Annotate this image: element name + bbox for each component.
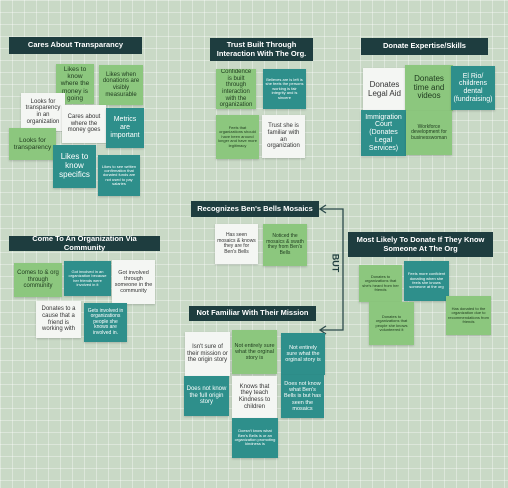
transparency-note-8: Likes to see written confirmation that d… [98,155,140,196]
likely-note-4: Has donated to the organization due to r… [446,296,491,335]
community-note-4: Donates to a cause that a friend is work… [36,301,81,338]
transparency-title: Cares About Transparancy [9,37,142,54]
expertise-note-4: Immigration Court (Donates Legal Service… [361,110,406,156]
mission-note-7: Doesn't know what Ben's Bells is or an o… [232,418,278,458]
mosaics-title: Recognizes Ben's Bells Mosaics [191,201,319,217]
transparency-note-7: Likes to know specifics [53,145,96,188]
likely-title: Most Likely To Donate If They Know Someo… [348,232,493,257]
trust-note-2: Believes are is left is she feels the pe… [263,69,306,109]
transparency-note-6: Looks for transparency [9,128,56,160]
expertise-note-3: El Rio/ childrens dental (fundraising) [451,66,495,110]
transparency-note-2: Likes when donations are visibly measura… [99,65,143,105]
likely-note-1: Donates to organizations that she's hear… [359,265,402,302]
likely-note-3: Donates to organizations that people she… [369,302,414,345]
transparency-note-4: Cares about where the money goes [62,105,106,143]
mission-note-5: Knows that they teach Kindness to childr… [232,376,277,418]
trust-note-4: Trust she is familiar with an organizati… [262,115,305,158]
transparency-note-5: Metrics are important [106,108,144,148]
community-note-2: Got involved in an organization because … [64,261,111,296]
mission-note-1: Isn't sure of their mission or the origi… [185,332,230,376]
mission-note-3: Not entirely sure what the orginal story… [281,333,325,375]
mission-note-4: Does not know the full origin story [184,376,229,416]
trust-note-1: Confidence is built through interaction … [216,69,256,109]
mission-note-2: Not entirely sure what the orginal story… [232,330,277,374]
trust-title: Trust Built Through Interaction With The… [210,38,313,61]
mission-note-6: Does not know what Ben's Bells is but ha… [281,375,324,418]
transparency-note-3: Looks for transparency in an organizatio… [21,93,65,131]
trust-note-3: Feels that organizations should have bee… [216,115,259,159]
expertise-note-1: Donates Legal Aid [363,68,406,111]
mission-title: Not Familiar With Their Mission [189,306,316,321]
but-label: BUT [330,253,341,273]
likely-note-2: Feels more confident donating when she f… [404,261,449,301]
community-title: Come To An Organization Via Community [9,234,160,251]
mosaics-note-1: Has seen mosaics & knows they are for Be… [215,224,258,264]
community-note-1: Comes to & org through community [14,263,62,297]
mosaics-note-2: Noticed the mosaics & swath they from Be… [263,224,307,266]
expertise-note-5: Workforce development for businesswoman [406,111,452,155]
community-note-5: Gets involved in organizations people sh… [84,303,127,342]
community-note-3: Got involved through someone in the comm… [112,260,155,304]
expertise-title: Donate Expertise/Skills [361,38,488,55]
expertise-note-2: Donates time and videos [405,65,453,111]
